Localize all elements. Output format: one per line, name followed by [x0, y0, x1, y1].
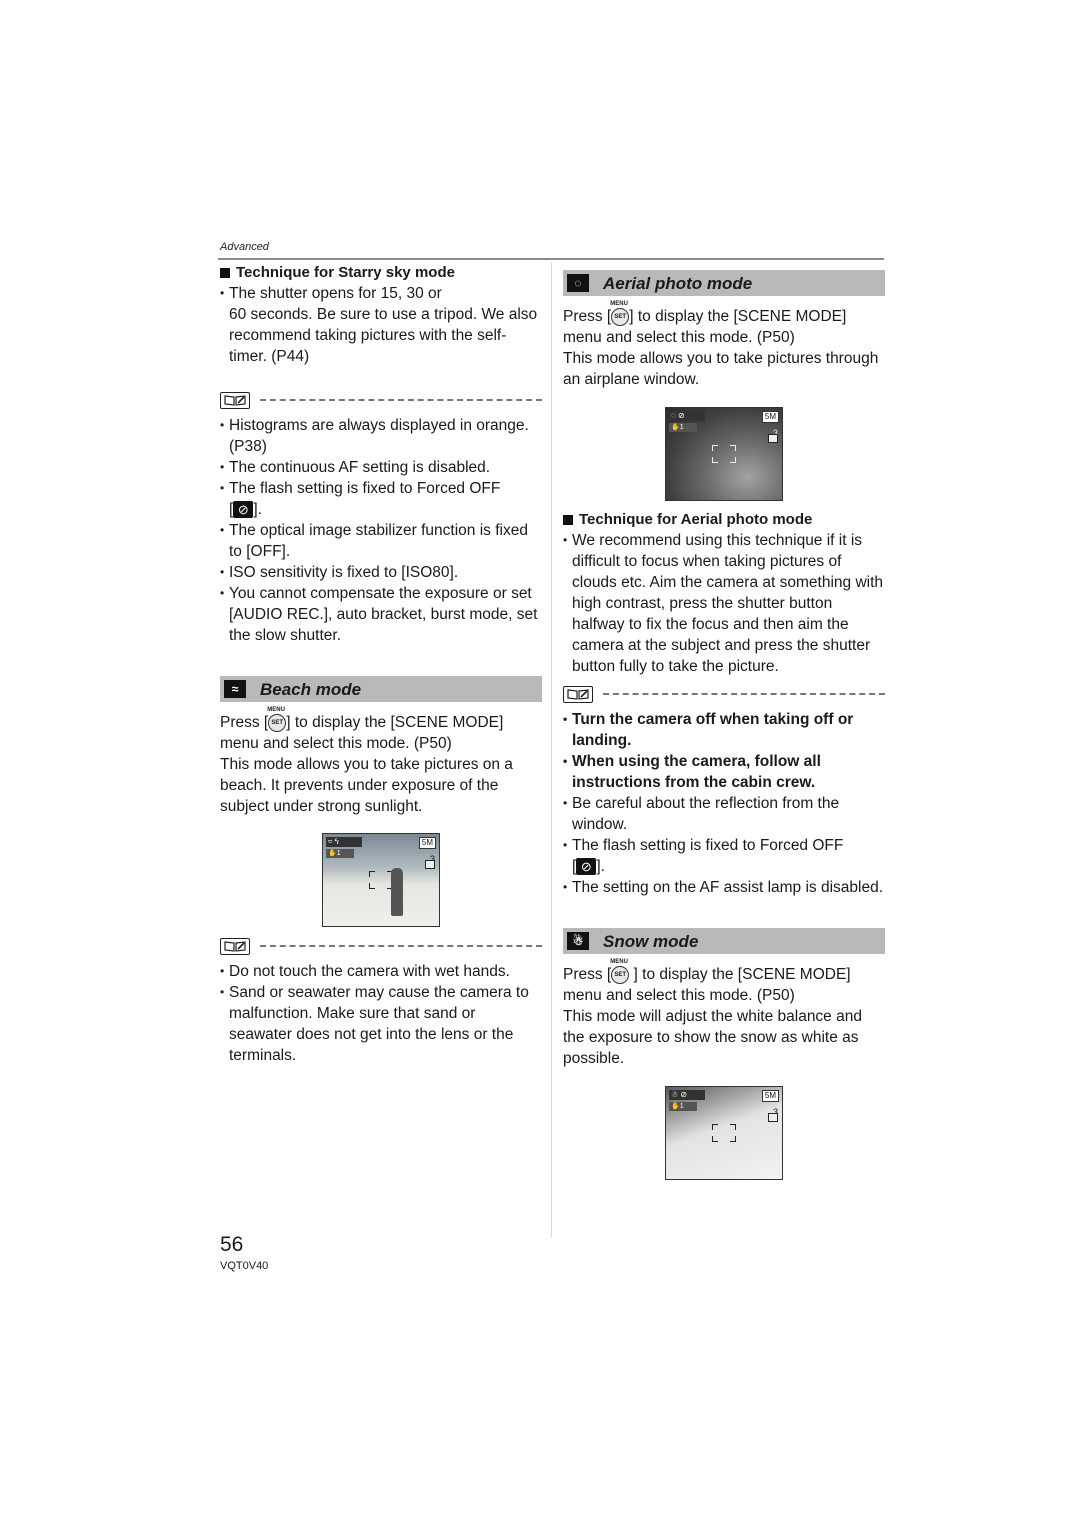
list-item: We recommend using this technique if it …	[563, 530, 885, 677]
list-item: The continuous AF setting is disabled.	[220, 457, 542, 478]
left-column: Technique for Starry sky mode The shutte…	[220, 262, 542, 1066]
hud-mode-icon: ☃ ⊘	[669, 1090, 705, 1100]
menu-set-button-icon: SET	[610, 959, 630, 984]
aerial-technique-list: We recommend using this technique if it …	[563, 530, 885, 677]
starry-technique-heading: Technique for Starry sky mode	[220, 262, 542, 283]
snow-preview-screen: ☃ ⊘ 5M ✋1 3	[665, 1086, 783, 1180]
hud-quality: 5M	[761, 411, 779, 423]
column-separator	[551, 262, 552, 1237]
starry-notes-list: Histograms are always displayed in orang…	[220, 415, 542, 646]
child-figure	[391, 868, 403, 916]
aerial-mode-heading: ◌ Aerial photo mode	[563, 270, 885, 296]
hud-stabilizer-icon: ✋1	[326, 849, 354, 858]
list-item: The setting on the AF assist lamp is dis…	[563, 877, 885, 898]
hud-mode-icon: ≈ ϟ	[326, 837, 362, 847]
note-book-icon	[563, 685, 593, 703]
square-bullet-icon	[220, 267, 230, 278]
menu-set-button-icon: SET	[610, 301, 630, 326]
hud-mode-icon: ◌ ⊘	[669, 411, 705, 421]
list-item: Turn the camera off when taking off or l…	[563, 709, 885, 751]
list-item: Histograms are always displayed in orang…	[220, 415, 542, 457]
beach-press-instruction: Press [SET] to display the [SCENE MODE] …	[220, 707, 542, 754]
snow-press-instruction: Press [SET ] to display the [SCENE MODE]…	[563, 959, 885, 1006]
note-book-icon	[220, 391, 250, 409]
square-bullet-icon	[563, 514, 573, 525]
list-item: You cannot compensate the exposure or se…	[220, 583, 542, 646]
snow-mode-heading: ☃ Snow mode	[563, 928, 885, 954]
hud-stabilizer-icon: ✋1	[669, 1102, 697, 1111]
right-column: ◌ Aerial photo mode Press [SET] to displ…	[563, 270, 885, 1180]
beach-description: This mode allows you to take pictures on…	[220, 756, 513, 815]
hud-quality: 5M	[761, 1090, 779, 1102]
beach-preview-screen: ≈ ϟ 5M ✋1 3	[322, 833, 440, 927]
starry-technique-list: The shutter opens for 15, 30 or 60 secon…	[220, 283, 542, 367]
list-item: The shutter opens for 15, 30 or 60 secon…	[220, 283, 542, 367]
aerial-notes-list: Turn the camera off when taking off or l…	[563, 709, 885, 898]
hud-camera-icon	[768, 434, 778, 443]
hud-stabilizer-icon: ✋1	[669, 423, 697, 432]
note-book-icon	[220, 937, 250, 955]
note-divider	[220, 935, 542, 957]
list-item: Sand or seawater may cause the camera to…	[220, 982, 542, 1066]
snow-description: This mode will adjust the white balance …	[563, 1008, 862, 1067]
aerial-technique-heading: Technique for Aerial photo mode	[563, 509, 885, 530]
note-divider	[563, 683, 885, 705]
beach-icon: ≈	[224, 680, 246, 698]
list-item: Be careful about the reflection from the…	[563, 793, 885, 835]
aerial-preview-screen: ◌ ⊘ 5M ✋1 3	[665, 407, 783, 501]
hud-quality: 5M	[418, 837, 436, 849]
af-frame	[712, 445, 736, 463]
list-item: The flash setting is fixed to Forced OFF…	[563, 835, 885, 877]
flash-off-icon: ⊘	[576, 858, 597, 876]
list-item: ISO sensitivity is fixed to [ISO80].	[220, 562, 542, 583]
note-divider	[220, 389, 542, 411]
af-frame	[712, 1124, 736, 1142]
list-item: When using the camera, follow all instru…	[563, 751, 885, 793]
hud-camera-icon	[425, 860, 435, 869]
beach-notes-list: Do not touch the camera with wet hands. …	[220, 961, 542, 1066]
page-number: 56	[220, 1233, 244, 1256]
list-item: The flash setting is fixed to Forced OFF…	[220, 478, 542, 520]
menu-set-button-icon: SET	[267, 707, 287, 732]
document-code: VQT0V40	[220, 1260, 269, 1272]
aerial-press-instruction: Press [SET] to display the [SCENE MODE] …	[563, 301, 885, 348]
aerial-icon: ◌	[567, 274, 589, 292]
af-frame	[369, 871, 393, 889]
snow-icon: ☃	[567, 932, 589, 950]
running-head: Advanced	[220, 241, 269, 253]
list-item: Do not touch the camera with wet hands.	[220, 961, 542, 982]
aerial-description: This mode allows you to take pictures th…	[563, 350, 879, 388]
header-rule	[218, 258, 884, 260]
list-item: The optical image stabilizer function is…	[220, 520, 542, 562]
flash-off-icon: ⊘	[233, 501, 254, 519]
beach-mode-heading: ≈ Beach mode	[220, 676, 542, 702]
hud-camera-icon	[768, 1113, 778, 1122]
